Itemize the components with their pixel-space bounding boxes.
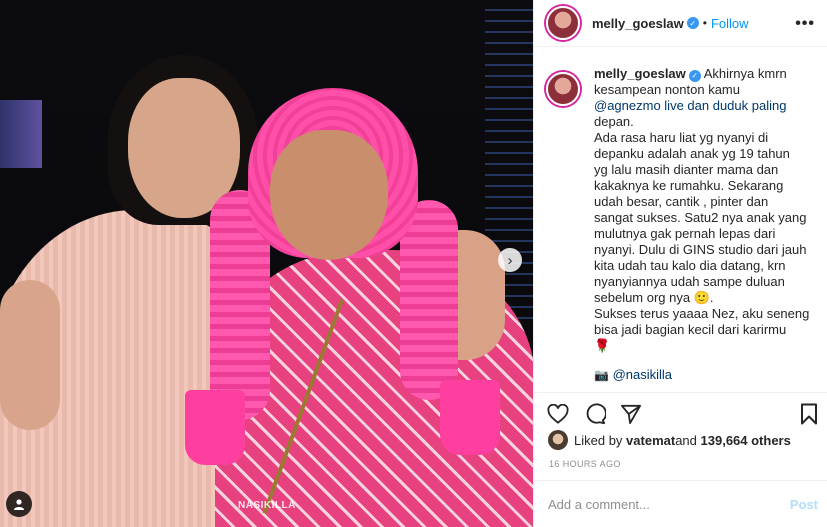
caption-line: Sukses terus yaaaa Nez, aku seneng bbox=[594, 306, 810, 321]
comment-icon bbox=[586, 403, 606, 425]
verified-icon: ✓ bbox=[686, 17, 699, 29]
bookmark-icon bbox=[801, 403, 817, 425]
likes-count[interactable]: 139,664 others bbox=[701, 433, 791, 448]
tagged-users-button[interactable] bbox=[6, 491, 32, 517]
caption-line: yg lalu masih dianter mama dan bbox=[594, 162, 779, 177]
separator-dot: • bbox=[702, 16, 707, 30]
share-icon bbox=[621, 404, 641, 424]
more-options-icon[interactable]: ••• bbox=[795, 15, 815, 33]
action-bar bbox=[534, 392, 827, 432]
caption-line: depanku adalah anak yg 19 tahun bbox=[594, 146, 790, 161]
caption-avatar[interactable] bbox=[546, 72, 580, 106]
avatar[interactable] bbox=[546, 6, 580, 40]
liked-by-prefix: Liked by bbox=[574, 432, 623, 448]
caption-line: kakaknya ke rumahku. Sekarang bbox=[594, 178, 784, 193]
caption-line: bisa jadi bagian kecil dari karirmu bbox=[594, 322, 787, 337]
verified-icon: ✓ bbox=[688, 70, 701, 82]
liker-username[interactable]: vatemat bbox=[626, 433, 675, 448]
caption-line: mulutnya gak pernah lepas dari bbox=[594, 226, 776, 241]
follow-button[interactable]: Follow bbox=[711, 16, 749, 31]
post-photo[interactable]: NASIKILLA bbox=[0, 0, 533, 527]
chevron-right-icon: › bbox=[507, 251, 513, 269]
camera-icon: 📷 bbox=[594, 368, 609, 382]
carousel-next-button[interactable]: › bbox=[498, 248, 522, 272]
caption-text: melly_goeslaw ✓ Akhirnya kmrn kesampean n… bbox=[594, 66, 814, 386]
share-button[interactable] bbox=[620, 403, 642, 425]
caption-line-mention[interactable]: @agnezmo live dan duduk paling bbox=[594, 98, 786, 113]
caption-line: sebelum org nya 🙂. bbox=[594, 290, 714, 305]
caption-line: nyanyiannya udah sampe duluan bbox=[594, 274, 785, 289]
liker-avatar[interactable] bbox=[548, 430, 568, 450]
caption-line: udah besar, cantik , pinter dan bbox=[594, 194, 769, 209]
hat-tassel-right bbox=[440, 380, 500, 455]
post-comment-button[interactable]: Post bbox=[790, 497, 818, 512]
background-screen bbox=[0, 100, 42, 168]
header-username[interactable]: melly_goeslaw bbox=[592, 16, 684, 31]
caption-line: kita udah tau kalo dia datang, krn bbox=[594, 258, 786, 273]
photo-credit: 📷 @nasikilla bbox=[594, 367, 672, 382]
photo-watermark: NASIKILLA bbox=[238, 500, 296, 511]
save-button[interactable] bbox=[798, 403, 820, 425]
hat-tassel-left bbox=[185, 390, 245, 465]
credit-mention[interactable]: @nasikilla bbox=[613, 367, 672, 382]
comment-form: Post bbox=[534, 480, 827, 527]
post-header: melly_goeslaw ✓ • Follow ••• bbox=[534, 0, 827, 47]
caption-line: Akhirnya kmrn bbox=[703, 66, 787, 81]
caption-line: Ada rasa haru liat yg nyanyi di bbox=[594, 130, 769, 145]
user-icon bbox=[14, 499, 24, 510]
comment-button[interactable] bbox=[584, 403, 606, 425]
heart-icon bbox=[547, 404, 569, 424]
post-timestamp[interactable]: 16 HOURS AGO bbox=[549, 459, 621, 469]
comment-input[interactable] bbox=[548, 496, 778, 512]
person-left-arm bbox=[0, 280, 60, 430]
rose-emoji: 🌹 bbox=[594, 338, 611, 353]
person-right-face bbox=[270, 130, 388, 260]
caption-line: depan. bbox=[594, 114, 634, 129]
like-button[interactable] bbox=[547, 403, 569, 425]
caption-line: sangat sukses. Satu2 nya anak yang bbox=[594, 210, 807, 225]
caption-line: nyanyi. Dulu di GINS studio dari jauh bbox=[594, 242, 807, 257]
caption-line: kesampean nonton kamu bbox=[594, 82, 740, 97]
caption-username[interactable]: melly_goeslaw bbox=[594, 66, 686, 81]
post-side-panel: melly_goeslaw ✓ • Follow ••• melly_goesl… bbox=[533, 0, 827, 527]
caption: melly_goeslaw ✓ Akhirnya kmrn kesampean n… bbox=[534, 66, 827, 386]
liked-by-and: and bbox=[675, 432, 697, 448]
likes-summary: Liked by vatemat and 139,664 others bbox=[548, 430, 791, 450]
